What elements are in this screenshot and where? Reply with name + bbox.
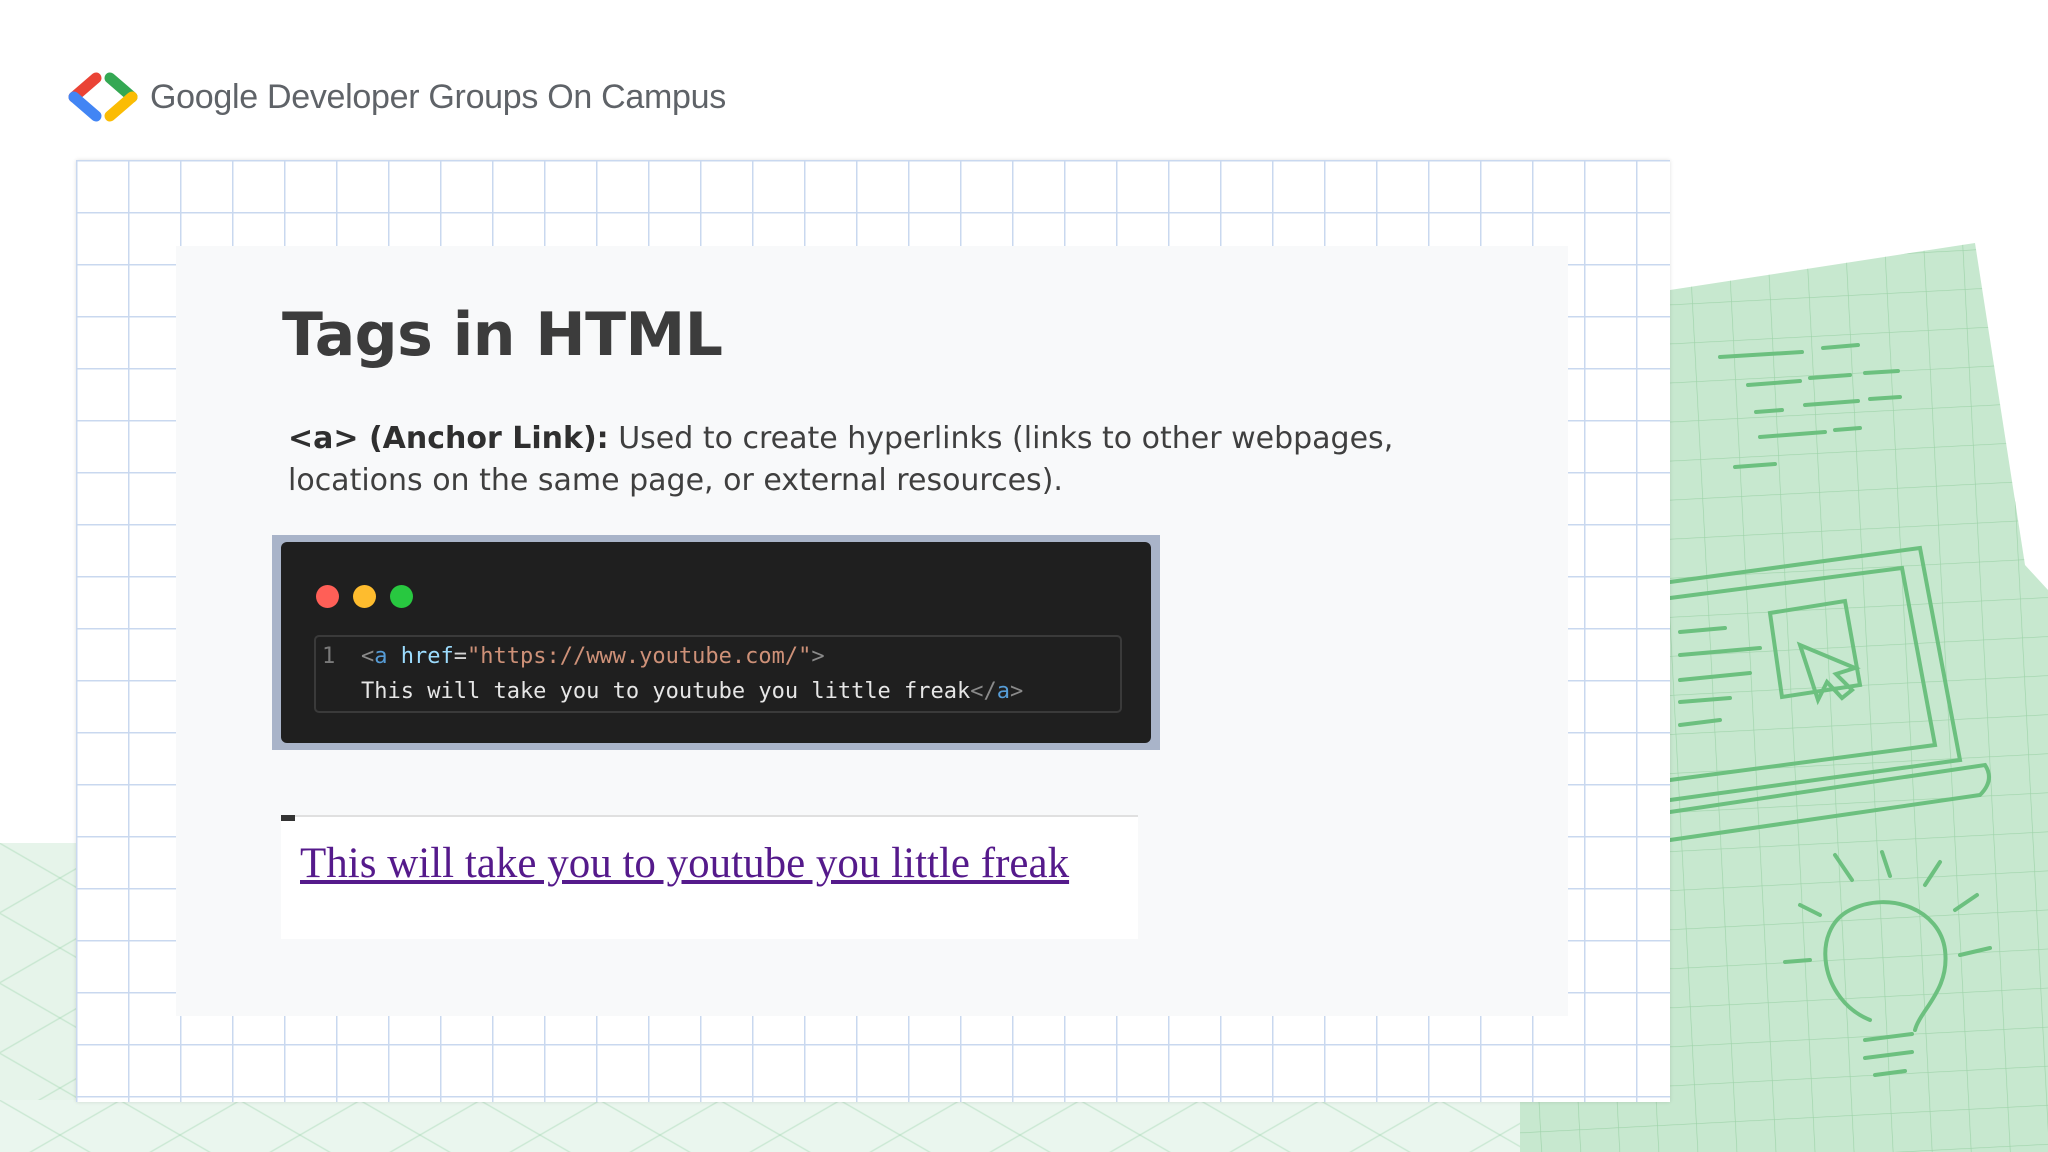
code-block: 1 <a href="https://www.youtube.com/"> Th… <box>314 635 1122 713</box>
code-close-bracket: > <box>811 644 825 669</box>
youtube-link[interactable]: This will take you to youtube you little… <box>300 839 1069 888</box>
code-line-1: <a href="https://www.youtube.com/"> <box>361 639 825 674</box>
window-close-dot-icon <box>316 585 339 608</box>
anchor-term: <a> (Anchor Link): <box>288 421 609 456</box>
code-snippet-frame: 1 <a href="https://www.youtube.com/"> Th… <box>272 535 1160 750</box>
code-attr-name: href <box>387 644 454 669</box>
code-end-open: </ <box>970 679 997 704</box>
brand-name: Google Developer Groups On Campus <box>150 77 726 116</box>
code-open-bracket: < <box>361 644 375 669</box>
brand-header: Google Developer Groups On Campus <box>66 72 726 122</box>
anchor-description: <a> (Anchor Link): Used to create hyperl… <box>288 418 1448 502</box>
code-attr-value: "https://www.youtube.com/" <box>466 644 812 669</box>
window-minimize-dot-icon <box>353 585 376 608</box>
code-window: 1 <a href="https://www.youtube.com/"> Th… <box>281 542 1151 743</box>
code-link-body: This will take you to youtube you little… <box>361 679 971 704</box>
code-tag-name: a <box>374 644 388 669</box>
gdg-brackets-icon <box>68 72 138 122</box>
code-end-tag: a <box>996 679 1011 704</box>
code-end-close: > <box>1010 679 1024 704</box>
slide-title: Tags in HTML <box>282 300 723 370</box>
rendered-output-box: This will take you to youtube you little… <box>281 815 1138 939</box>
line-number: 1 <box>322 644 336 669</box>
code-line-2: This will take you to youtube you little… <box>361 674 1023 709</box>
window-maximize-dot-icon <box>390 585 413 608</box>
code-equals: = <box>453 644 467 669</box>
